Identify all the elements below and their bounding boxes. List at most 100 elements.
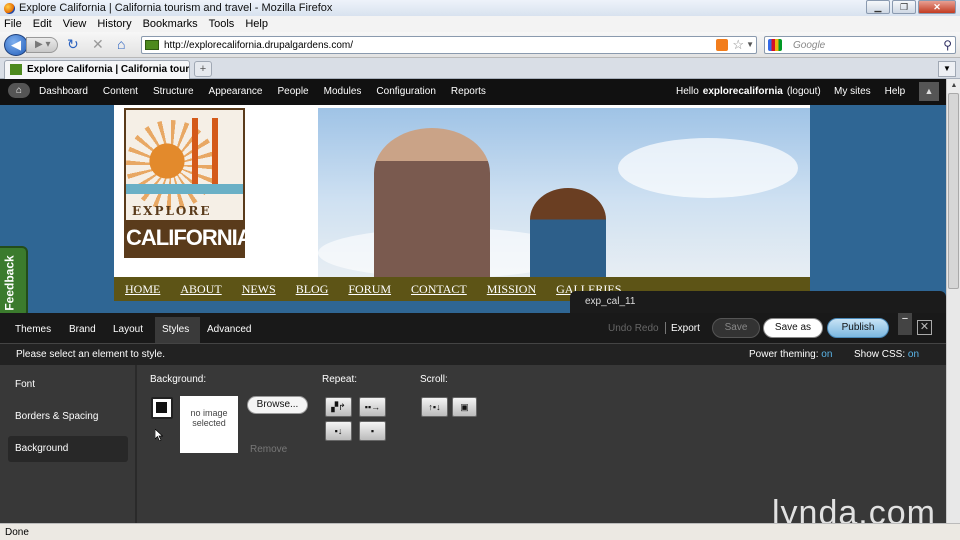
admin-content[interactable]: Content [103,86,138,97]
admin-people[interactable]: People [277,86,308,97]
no-repeat-icon[interactable]: ▪ [359,421,386,441]
nav-about[interactable]: ABOUT [180,282,221,297]
tab-favicon [10,64,22,75]
redo-link[interactable]: Redo [635,323,659,334]
nav-home[interactable]: HOME [125,282,160,297]
background-image-preview: no image selected [180,396,238,453]
undo-link[interactable]: Undo [608,323,632,334]
stop-icon[interactable]: ✕ [92,37,104,51]
admin-modules[interactable]: Modules [324,86,362,97]
close-panel-button[interactable]: ✕ [917,320,932,335]
site-logo[interactable]: EXPLORE CALIFORNIA [124,108,253,258]
close-window-button[interactable]: ✕ [918,0,956,14]
reload-icon[interactable]: ↻ [67,37,79,51]
forward-button[interactable]: ▶ ▾ [26,37,58,53]
tab-layout[interactable]: Layout [106,317,150,343]
hero-person-woman [530,188,606,278]
show-css-value[interactable]: on [908,349,919,360]
admin-home-icon[interactable]: ⌂ [8,83,30,98]
menu-file[interactable]: File [4,18,22,30]
show-css-toggle[interactable]: Show CSS: on [854,349,919,360]
menu-history[interactable]: History [97,18,131,30]
bridge-tower-graphic [192,118,198,190]
scroll-icon[interactable]: ↑▪↓ [421,397,448,417]
menu-edit[interactable]: Edit [33,18,52,30]
remove-link[interactable]: Remove [250,444,287,455]
left-nav-borders-spacing[interactable]: Borders & Spacing [8,404,128,430]
scroll-up-icon[interactable]: ▲ [947,79,960,93]
rss-feed-icon[interactable] [716,39,728,51]
maximize-window-button[interactable]: ❐ [892,0,916,14]
menu-help[interactable]: Help [245,18,268,30]
save-button[interactable]: Save [712,318,760,338]
menu-bookmarks[interactable]: Bookmarks [143,18,198,30]
cloud-graphic [618,138,798,198]
admin-configuration[interactable]: Configuration [376,86,435,97]
tab-bar: Explore California | California tourism.… [0,58,960,79]
browse-button[interactable]: Browse... [247,396,308,414]
back-button[interactable]: ◀ [4,34,28,56]
bookmark-star-icon[interactable]: ☆ [732,37,744,53]
status-bar: Done [0,523,960,540]
left-nav-font[interactable]: Font [8,372,128,398]
menu-tools[interactable]: Tools [209,18,235,30]
nav-mission[interactable]: MISSION [487,282,536,297]
url-dropdown-icon[interactable]: ▼ [746,40,754,49]
vertical-scrollbar[interactable]: ▲ [946,79,960,523]
nav-contact[interactable]: CONTACT [411,282,467,297]
toolbar-collapse-icon[interactable]: ▲ [919,82,939,101]
menu-view[interactable]: View [63,18,87,30]
nav-news[interactable]: NEWS [242,282,276,297]
help-link[interactable]: Help [885,86,906,97]
repeat-x-icon[interactable]: ▪▪→ [359,397,386,417]
search-icon[interactable]: ⚲ [943,38,952,52]
feedback-tab[interactable]: Feedback [0,246,28,318]
fixed-icon[interactable]: ▣ [452,397,477,417]
admin-toolbar: ⌂ Dashboard Content Structure Appearance… [0,79,946,105]
window-controls: ▁ ❐ ✕ [866,0,956,14]
url-bar[interactable]: http://explorecalifornia.drupalgardens.c… [141,36,757,54]
status-text: Done [5,527,29,538]
logout-link[interactable]: (logout) [787,86,821,97]
undo-redo[interactable]: Undo Redo [608,323,659,334]
username-link[interactable]: explorecalifornia [703,86,783,97]
nav-forum[interactable]: FORUM [348,282,391,297]
tab-styles[interactable]: Styles [155,317,200,343]
admin-structure[interactable]: Structure [153,86,194,97]
export-link[interactable]: Export [671,323,700,334]
publish-button[interactable]: Publish [827,318,889,338]
save-as-button[interactable]: Save as [763,318,823,338]
tab-brand[interactable]: Brand [62,317,103,343]
background-color-swatch[interactable] [151,397,173,419]
themebuilder-panel: Themes Brand Layout Styles Advanced Undo… [0,313,946,523]
site-identity-icon[interactable] [145,40,159,50]
search-box[interactable]: Google ⚲ [764,36,956,54]
my-sites-link[interactable]: My sites [834,86,871,97]
tab-themes[interactable]: Themes [8,317,58,343]
menu-bar: File Edit View History Bookmarks Tools H… [0,16,960,32]
navigation-toolbar: ◀ ▶ ▾ ↻ ✕ ⌂ http://explorecalifornia.dru… [0,32,960,58]
nav-blog[interactable]: BLOG [296,282,329,297]
bridge-tower-graphic [212,118,218,190]
admin-dashboard[interactable]: Dashboard [39,86,88,97]
power-theming-label: Power theming: [749,349,819,360]
user-greeting: Hello explorecalifornia (logout) [676,79,821,103]
new-tab-button[interactable]: + [194,61,212,77]
power-theming-toggle[interactable]: Power theming: on [749,349,832,360]
admin-reports[interactable]: Reports [451,86,486,97]
admin-appearance[interactable]: Appearance [209,86,263,97]
tab-advanced[interactable]: Advanced [200,317,258,343]
minimize-panel-button[interactable]: − [898,313,912,335]
left-nav-background[interactable]: Background [8,436,128,462]
repeat-both-icon[interactable]: ▞↱ [325,397,352,417]
hero-person-man [374,128,490,278]
repeat-y-icon[interactable]: ▪↓ [325,421,352,441]
google-engine-icon[interactable] [768,39,782,51]
minimize-window-button[interactable]: ▁ [866,0,890,14]
tab-explore-california[interactable]: Explore California | California tourism.… [4,60,190,79]
power-theming-value[interactable]: on [821,349,832,360]
tab-list-icon[interactable]: ▼ [938,61,956,77]
home-icon[interactable]: ⌂ [117,37,125,51]
scroll-thumb[interactable] [948,93,959,289]
water-band-graphic [126,184,243,194]
